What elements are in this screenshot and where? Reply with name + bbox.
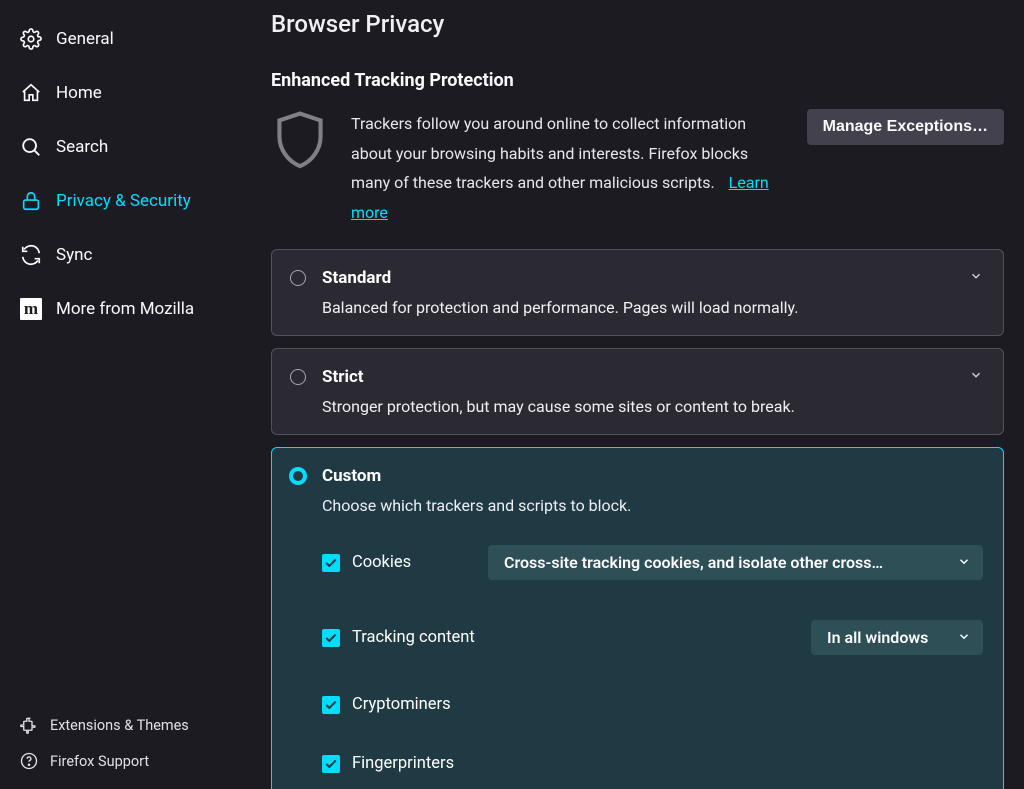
sidebar-item-home[interactable]: Home — [0, 66, 255, 120]
checkbox-label: Cookies — [352, 553, 411, 572]
sidebar-item-extensions[interactable]: Extensions & Themes — [0, 707, 255, 743]
search-icon — [20, 136, 42, 158]
sidebar-item-sync[interactable]: Sync — [0, 228, 255, 282]
intro-text: Trackers follow you around online to col… — [351, 109, 785, 227]
option-description: Stronger protection, but may cause some … — [322, 397, 983, 416]
protection-option-strict[interactable]: Strict Stronger protection, but may caus… — [271, 348, 1004, 435]
shield-icon — [271, 109, 329, 179]
custom-row-cookies: Cookies Cross-site tracking cookies, and… — [322, 523, 983, 600]
checkbox-label: Fingerprinters — [352, 754, 454, 773]
sidebar-item-general[interactable]: General — [0, 12, 255, 66]
sidebar-item-label: More from Mozilla — [56, 299, 194, 319]
option-title: Strict — [322, 367, 983, 387]
checkbox-cryptominers[interactable] — [322, 696, 340, 714]
sidebar-item-label: Firefox Support — [50, 753, 149, 770]
chevron-down-icon[interactable] — [969, 367, 983, 386]
checkbox-label: Cryptominers — [352, 695, 451, 714]
main-content: Browser Privacy Enhanced Tracking Protec… — [255, 0, 1024, 789]
sidebar-item-search[interactable]: Search — [0, 120, 255, 174]
gear-icon — [20, 28, 42, 50]
sidebar: General Home Search Privacy & Security — [0, 0, 255, 789]
help-icon — [20, 752, 38, 770]
page-title: Browser Privacy — [271, 10, 1004, 38]
sidebar-item-label: Privacy & Security — [56, 191, 191, 211]
home-icon — [20, 82, 42, 104]
sidebar-item-label: Extensions & Themes — [50, 717, 189, 734]
puzzle-icon — [20, 716, 38, 734]
radio-icon[interactable] — [290, 369, 306, 385]
option-description: Choose which trackers and scripts to blo… — [322, 496, 983, 515]
sidebar-item-support[interactable]: Firefox Support — [0, 743, 255, 779]
option-title: Custom — [322, 466, 983, 486]
custom-row-fingerprinters: Fingerprinters — [322, 734, 983, 789]
custom-row-cryptominers: Cryptominers — [322, 675, 983, 734]
sidebar-item-label: General — [56, 29, 114, 49]
option-description: Balanced for protection and performance.… — [322, 298, 983, 317]
chevron-down-icon — [957, 553, 971, 572]
option-title: Standard — [322, 268, 983, 288]
lock-icon — [20, 190, 42, 212]
sidebar-item-label: Search — [56, 137, 108, 157]
mozilla-icon: m — [20, 298, 42, 320]
sidebar-item-label: Sync — [56, 245, 92, 265]
protection-option-standard[interactable]: Standard Balanced for protection and per… — [271, 249, 1004, 336]
radio-icon[interactable] — [289, 467, 307, 485]
custom-row-tracking: Tracking content In all windows — [322, 600, 983, 675]
chevron-down-icon[interactable] — [969, 268, 983, 287]
cookies-select[interactable]: Cross-site tracking cookies, and isolate… — [488, 545, 983, 580]
sidebar-item-privacy-security[interactable]: Privacy & Security — [0, 174, 255, 228]
checkbox-label: Tracking content — [352, 628, 475, 647]
tracking-select[interactable]: In all windows — [811, 620, 983, 655]
manage-exceptions-button[interactable]: Manage Exceptions… — [807, 109, 1004, 145]
sidebar-item-more-mozilla[interactable]: m More from Mozilla — [0, 282, 255, 336]
chevron-down-icon — [957, 628, 971, 647]
protection-option-custom[interactable]: Custom Choose which trackers and scripts… — [271, 447, 1004, 789]
checkbox-fingerprinters[interactable] — [322, 755, 340, 773]
checkbox-tracking[interactable] — [322, 629, 340, 647]
radio-icon[interactable] — [290, 270, 306, 286]
sidebar-item-label: Home — [56, 83, 102, 103]
section-title: Enhanced Tracking Protection — [271, 70, 1004, 91]
checkbox-cookies[interactable] — [322, 554, 340, 572]
sync-icon — [20, 244, 42, 266]
